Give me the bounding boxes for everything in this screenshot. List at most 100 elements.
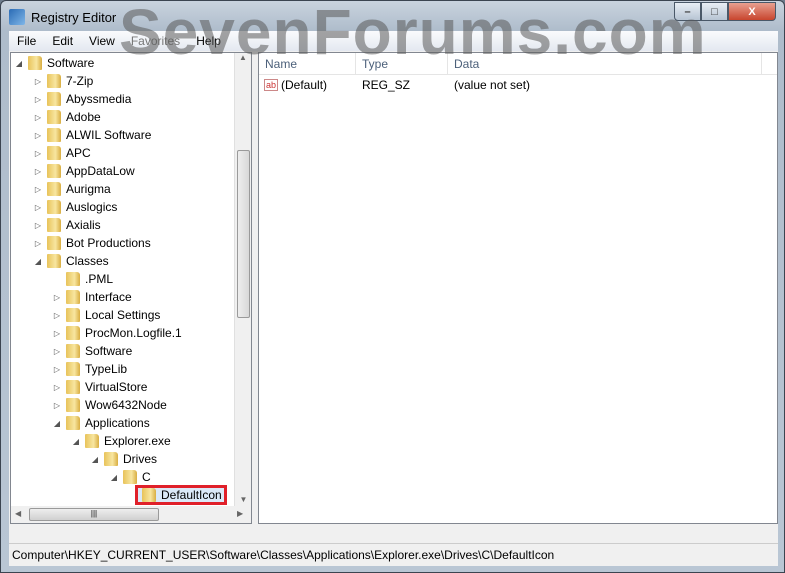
folder-icon [66, 344, 80, 358]
expand-arrow-icon[interactable]: ▷ [52, 365, 62, 374]
expand-arrow-icon[interactable]: ▷ [52, 383, 62, 392]
expand-arrow-icon[interactable]: ▷ [33, 77, 43, 86]
tree-node[interactable]: ▷ Axialis [33, 216, 103, 234]
folder-icon [47, 182, 61, 196]
tree-node-label: C [142, 470, 151, 484]
tree-node-label: Software [47, 56, 95, 70]
tree-node-label: Bot Productions [66, 236, 151, 250]
menu-view[interactable]: View [87, 34, 117, 48]
tree-node-label: Drives [123, 452, 158, 466]
menu-file[interactable]: File [15, 34, 38, 48]
registry-editor-icon [9, 9, 25, 25]
folder-icon [47, 164, 61, 178]
tree-node[interactable]: ▷ Abyssmedia [33, 90, 133, 108]
collapse-arrow-icon[interactable]: ◢ [14, 59, 24, 68]
column-header-type[interactable]: Type [356, 53, 448, 74]
tree-node-label: Adobe [66, 110, 101, 124]
folder-icon [66, 362, 80, 376]
folder-icon [66, 308, 80, 322]
tree-node[interactable]: ◢ Drives [90, 450, 159, 468]
tree-node[interactable]: ◢ Applications [52, 414, 152, 432]
tree-node-label: AppDataLow [66, 164, 135, 178]
tree-node[interactable]: ▷ Local Settings [52, 306, 162, 324]
tree-horizontal-scrollbar[interactable]: ◀ ||| ▶ [11, 506, 251, 523]
column-header-name[interactable]: Name [259, 53, 356, 74]
expand-arrow-icon[interactable]: ▷ [33, 239, 43, 248]
tree-node[interactable]: ◢ Classes [33, 252, 111, 270]
tree-node[interactable]: ▷ ProcMon.Logfile.1 [52, 324, 184, 342]
column-header-data[interactable]: Data [448, 53, 762, 74]
scroll-left-arrow-icon[interactable]: ◀ [15, 509, 21, 518]
menu-favorites[interactable]: Favorites [129, 34, 182, 48]
tree-node-label: Aurigma [66, 182, 111, 196]
tree-node-label: TypeLib [85, 362, 128, 376]
collapse-arrow-icon[interactable]: ◢ [90, 455, 100, 464]
scroll-thumb[interactable] [237, 150, 250, 318]
expand-arrow-icon[interactable]: ▷ [33, 149, 43, 158]
tree-node[interactable]: ▷ Bot Productions [33, 234, 153, 252]
tree-node[interactable]: ◢ Explorer.exe [71, 432, 173, 450]
menu-help[interactable]: Help [194, 34, 223, 48]
window-title: Registry Editor [31, 9, 117, 25]
minimize-button[interactable]: – [674, 2, 701, 21]
tree-node-label: Local Settings [85, 308, 161, 322]
collapse-arrow-icon[interactable]: ◢ [109, 473, 119, 482]
scroll-down-arrow-icon[interactable]: ▼ [235, 495, 251, 504]
expand-arrow-icon[interactable]: ▷ [33, 131, 43, 140]
list-row[interactable]: ab (Default) REG_SZ (value not set) [259, 75, 777, 95]
tree-node[interactable]: ▷ TypeLib [52, 360, 129, 378]
tree-node[interactable]: ▷ Wow6432Node [52, 396, 169, 414]
tree-node[interactable]: ▷ APC [33, 144, 93, 162]
tree-node[interactable]: ◢ Software [14, 54, 96, 72]
menu-edit[interactable]: Edit [50, 34, 75, 48]
tree-node[interactable]: ▷ AppDataLow [33, 162, 137, 180]
expand-arrow-icon[interactable]: ▷ [33, 221, 43, 230]
title-bar: Registry Editor [9, 7, 116, 27]
registry-tree[interactable]: ◢ Software ▷ 7-Zip ▷ Abyssmedia ▷ Adobe ▷ ALWIL S… [10, 52, 252, 524]
expand-arrow-icon[interactable]: ▷ [52, 329, 62, 338]
scroll-right-arrow-icon[interactable]: ▶ [237, 509, 243, 518]
maximize-button[interactable]: □ [701, 2, 728, 21]
tree-vertical-scrollbar[interactable]: ▲ ▼ [234, 53, 251, 506]
expand-arrow-icon[interactable]: ▷ [33, 185, 43, 194]
expand-arrow-icon[interactable]: ▷ [52, 347, 62, 356]
tree-node[interactable]: DefaultIcon [128, 485, 227, 505]
expand-arrow-icon[interactable]: ▷ [33, 113, 43, 122]
folder-icon [47, 254, 61, 268]
tree-node[interactable]: .PML [52, 270, 115, 288]
folder-icon [28, 56, 42, 70]
scroll-up-arrow-icon[interactable]: ▲ [235, 53, 251, 62]
collapse-arrow-icon[interactable]: ◢ [71, 437, 81, 446]
tree-node-label: Interface [85, 290, 132, 304]
tree-node-label: Classes [66, 254, 109, 268]
tree-node[interactable]: ▷ 7-Zip [33, 72, 95, 90]
tree-node[interactable]: ▷ Interface [52, 288, 134, 306]
window-frame: Registry Editor – □ X File Edit View Favori… [0, 0, 785, 573]
values-list[interactable]: Name Type Data ab (Default) REG_SZ (valu… [258, 52, 778, 524]
tree-node[interactable]: ▷ Auslogics [33, 198, 119, 216]
folder-icon [47, 74, 61, 88]
folder-icon [104, 452, 118, 466]
expand-arrow-icon[interactable]: ▷ [33, 167, 43, 176]
value-type: REG_SZ [362, 78, 411, 92]
expand-arrow-icon[interactable]: ▷ [33, 95, 43, 104]
collapse-arrow-icon[interactable]: ◢ [52, 419, 62, 428]
horizontal-scroll-thumb[interactable]: ||| [29, 508, 159, 521]
tree-node[interactable]: ▷ ALWIL Software [33, 126, 153, 144]
expand-arrow-icon[interactable]: ▷ [52, 401, 62, 410]
folder-icon [47, 218, 61, 232]
selected-key-highlight[interactable]: DefaultIcon [135, 485, 227, 505]
collapse-arrow-icon[interactable]: ◢ [33, 257, 43, 266]
close-button[interactable]: X [728, 2, 776, 21]
expand-arrow-icon[interactable]: ▷ [33, 203, 43, 212]
tree-node-label: DefaultIcon [161, 488, 222, 502]
expand-arrow-icon[interactable]: ▷ [52, 311, 62, 320]
tree-node[interactable]: ▷ Aurigma [33, 180, 113, 198]
tree-node[interactable]: ▷ Software [52, 342, 134, 360]
tree-node[interactable]: ▷ VirtualStore [52, 378, 149, 396]
tree-node[interactable]: ▷ Adobe [33, 108, 103, 126]
value-data: (value not set) [454, 78, 531, 92]
tree-node[interactable]: ◢ C [109, 468, 153, 486]
expand-arrow-icon[interactable]: ▷ [52, 293, 62, 302]
list-header: Name Type Data [259, 53, 777, 75]
